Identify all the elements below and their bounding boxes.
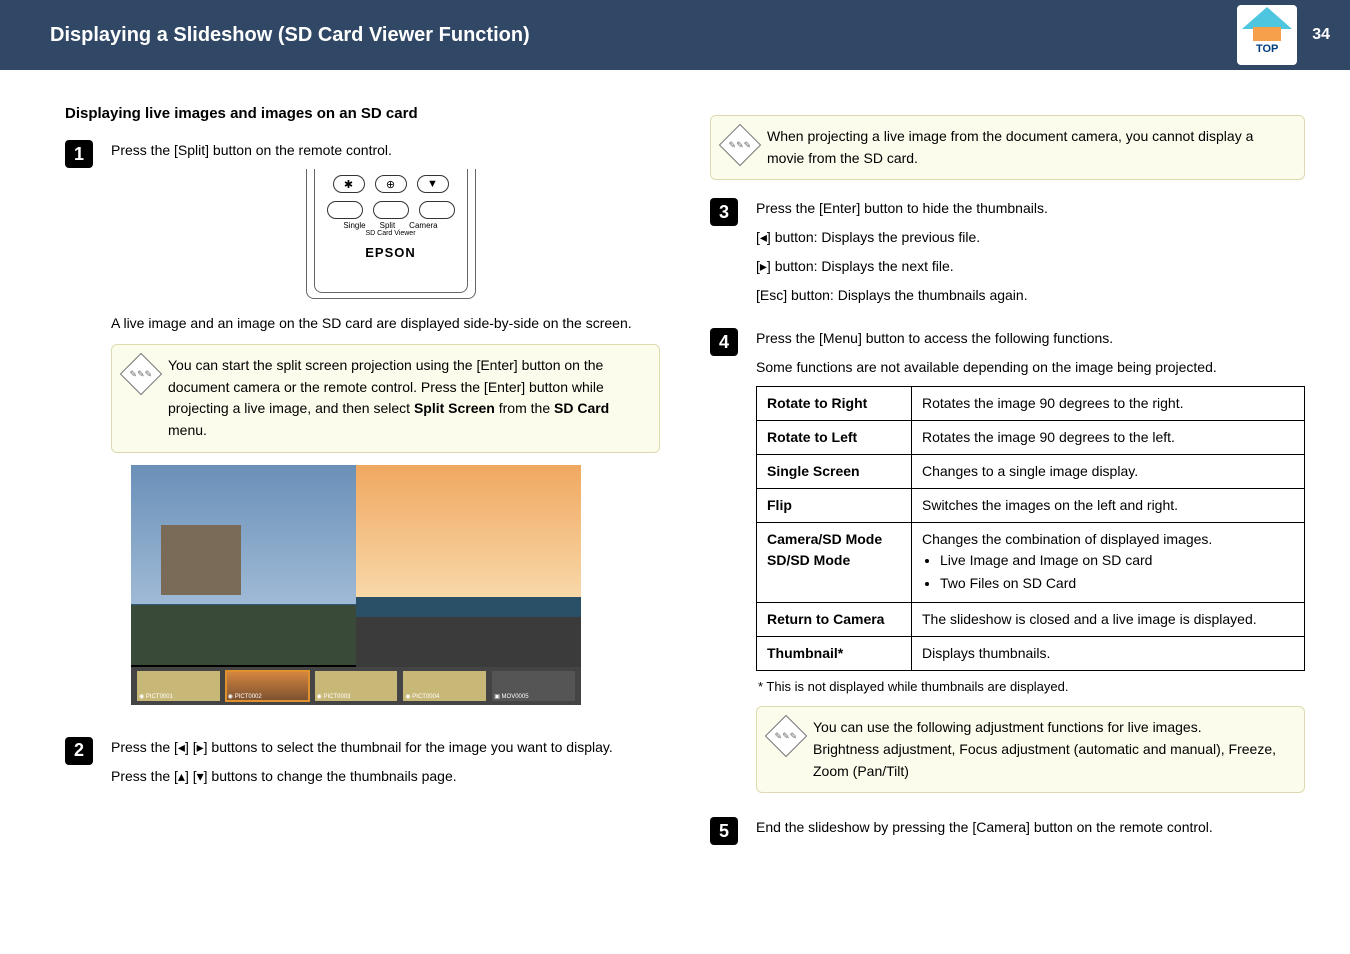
table-row: Rotate to LeftRotates the image 90 degre…	[757, 421, 1305, 455]
step-2: 2 Press the [◂] [▸] buttons to select th…	[65, 737, 660, 795]
step-1-intro: Press the [Split] button on the remote c…	[111, 140, 660, 161]
table-row: Thumbnail*Displays thumbnails.	[757, 637, 1305, 671]
step-2-body: Press the [◂] [▸] buttons to select the …	[111, 737, 660, 795]
top-link[interactable]: TOP	[1237, 5, 1297, 65]
note-top-right-text: When projecting a live image from the do…	[767, 126, 1290, 169]
table-row: Camera/SD ModeSD/SD Mode Changes the com…	[757, 523, 1305, 603]
right-arrow-icon: ▸	[197, 739, 204, 755]
step-3-next: [▸] button: Displays the next file.	[756, 256, 1305, 277]
page-title: Displaying a Slideshow (SD Card Viewer F…	[50, 24, 530, 47]
table-row: FlipSwitches the images on the left and …	[757, 489, 1305, 523]
table-row: Single ScreenChanges to a single image d…	[757, 455, 1305, 489]
remote-down-icon: ▼	[417, 175, 449, 193]
remote-zoom-icon: ⊕	[375, 175, 407, 193]
up-arrow-icon: ▴	[178, 768, 185, 784]
step-2-line1: Press the [◂] [▸] buttons to select the …	[111, 737, 660, 758]
remote-sd-label: SD Card Viewer	[315, 230, 467, 237]
note-icon: ✎✎✎	[719, 124, 761, 166]
remote-split-label: Split	[380, 221, 396, 230]
step-2-line2: Press the [▴] [▾] buttons to change the …	[111, 766, 660, 787]
note-box-3: ✎✎✎ You can use the following adjustment…	[756, 706, 1305, 793]
step-3-intro: Press the [Enter] button to hide the thu…	[756, 198, 1305, 219]
house-roof-icon	[1242, 7, 1292, 29]
step-5-body: End the slideshow by pressing the [Camer…	[756, 817, 1305, 846]
house-body-icon	[1253, 27, 1281, 41]
thumb-4: ◉ PICT0004	[403, 671, 486, 701]
step-1-after: A live image and an image on the SD card…	[111, 313, 660, 334]
right-column: ✎✎✎ When projecting a live image from th…	[710, 105, 1305, 860]
remote-brand: EPSON	[315, 245, 467, 260]
thumb-2-selected: ◉ PICT0002	[226, 671, 309, 701]
step-3-body: Press the [Enter] button to hide the thu…	[756, 198, 1305, 314]
split-screen-illustration: ◉ PICT0001 ◉ PICT0002 ◉ PICT0003 ◉ PICT0…	[131, 465, 581, 705]
left-column: Displaying live images and images on an …	[65, 105, 660, 860]
thumb-1: ◉ PICT0001	[137, 671, 220, 701]
step-5-text: End the slideshow by pressing the [Camer…	[756, 817, 1305, 838]
step-badge-3: 3	[710, 198, 738, 226]
note-3-text: You can use the following adjustment fun…	[813, 717, 1290, 782]
functions-table: Rotate to RightRotates the image 90 degr…	[756, 386, 1305, 671]
remote-camera-button	[419, 201, 455, 219]
table-row: Return to CameraThe slideshow is closed …	[757, 603, 1305, 637]
page-number: 34	[1312, 26, 1330, 44]
left-arrow-icon: ◂	[178, 739, 185, 755]
header-right: TOP 34	[1237, 5, 1330, 65]
remote-split-button	[373, 201, 409, 219]
step-1-body: Press the [Split] button on the remote c…	[111, 140, 660, 723]
table-footnote: * This is not displayed while thumbnails…	[758, 679, 1305, 694]
note-icon: ✎✎✎	[765, 715, 807, 757]
thumb-5: ▣ MOV0005	[492, 671, 575, 701]
table-row: Rotate to RightRotates the image 90 degr…	[757, 387, 1305, 421]
remote-illustration: ✱ ⊕ ▼ Single Split Camera	[286, 169, 486, 299]
note-box-1: ✎✎✎ You can start the split screen proje…	[111, 344, 660, 453]
step-1: 1 Press the [Split] button on the remote…	[65, 140, 660, 723]
section-heading: Displaying live images and images on an …	[65, 105, 660, 122]
step-badge-5: 5	[710, 817, 738, 845]
step-4-body: Press the [Menu] button to access the fo…	[756, 328, 1305, 803]
step-3: 3 Press the [Enter] button to hide the t…	[710, 198, 1305, 314]
thumb-3: ◉ PICT0003	[315, 671, 398, 701]
step-badge-4: 4	[710, 328, 738, 356]
note-1-text: You can start the split screen projectio…	[168, 355, 645, 442]
down-arrow-icon: ▾	[197, 768, 204, 784]
header-bar: Displaying a Slideshow (SD Card Viewer F…	[0, 0, 1350, 70]
top-label: TOP	[1256, 43, 1278, 55]
left-arrow-icon: ◂	[760, 229, 767, 245]
step-4: 4 Press the [Menu] button to access the …	[710, 328, 1305, 803]
page-body: Displaying live images and images on an …	[0, 70, 1350, 880]
step-badge-1: 1	[65, 140, 93, 168]
note-icon: ✎✎✎	[120, 353, 162, 395]
step-3-esc: [Esc] button: Displays the thumbnails ag…	[756, 285, 1305, 306]
remote-freeze-icon: ✱	[333, 175, 365, 193]
step-badge-2: 2	[65, 737, 93, 765]
note-box-top-right: ✎✎✎ When projecting a live image from th…	[710, 115, 1305, 180]
step-5: 5 End the slideshow by pressing the [Cam…	[710, 817, 1305, 846]
step-4-sub: Some functions are not available dependi…	[756, 357, 1305, 378]
step-4-intro: Press the [Menu] button to access the fo…	[756, 328, 1305, 349]
right-arrow-icon: ▸	[760, 258, 767, 274]
remote-camera-label: Camera	[409, 221, 437, 230]
remote-single-label: Single	[343, 221, 365, 230]
remote-single-button	[327, 201, 363, 219]
step-3-prev: [◂] button: Displays the previous file.	[756, 227, 1305, 248]
thumbnail-strip: ◉ PICT0001 ◉ PICT0002 ◉ PICT0003 ◉ PICT0…	[131, 667, 581, 705]
